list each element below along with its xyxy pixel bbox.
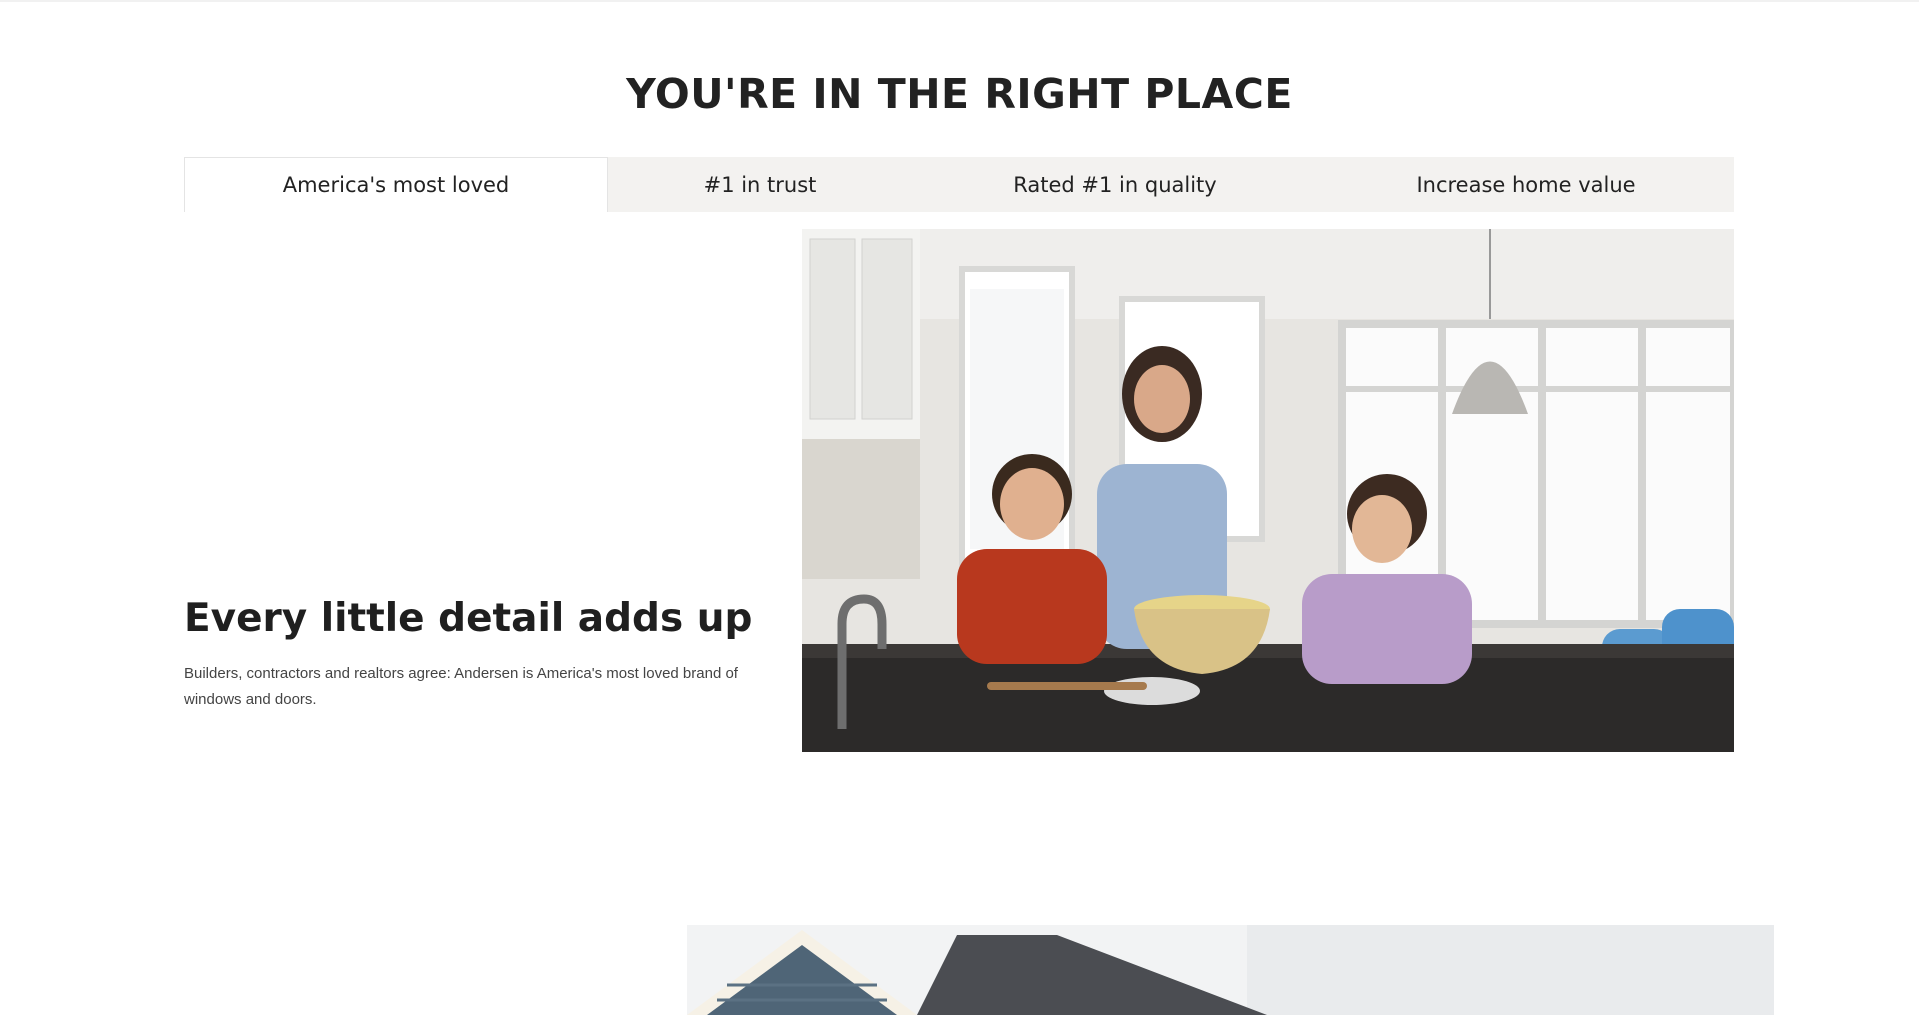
tab-rated-number-one-in-quality[interactable]: Rated #1 in quality bbox=[912, 157, 1318, 212]
tab-number-one-in-trust[interactable]: #1 in trust bbox=[608, 157, 912, 212]
tab-bar: America's most loved #1 in trust Rated #… bbox=[184, 157, 1734, 212]
tab-panel-text: Every little detail adds up Builders, co… bbox=[184, 596, 753, 713]
house-photo bbox=[687, 925, 1774, 1015]
tab-americas-most-loved[interactable]: America's most loved bbox=[184, 157, 608, 212]
family-kitchen-photo bbox=[802, 229, 1734, 752]
top-divider bbox=[0, 0, 1919, 2]
panel-description: Builders, contractors and realtors agree… bbox=[184, 665, 738, 708]
panel-heading: Every little detail adds up bbox=[184, 596, 753, 641]
section-title: YOU'RE IN THE RIGHT PLACE bbox=[626, 70, 1293, 118]
tab-increase-home-value[interactable]: Increase home value bbox=[1318, 157, 1734, 212]
